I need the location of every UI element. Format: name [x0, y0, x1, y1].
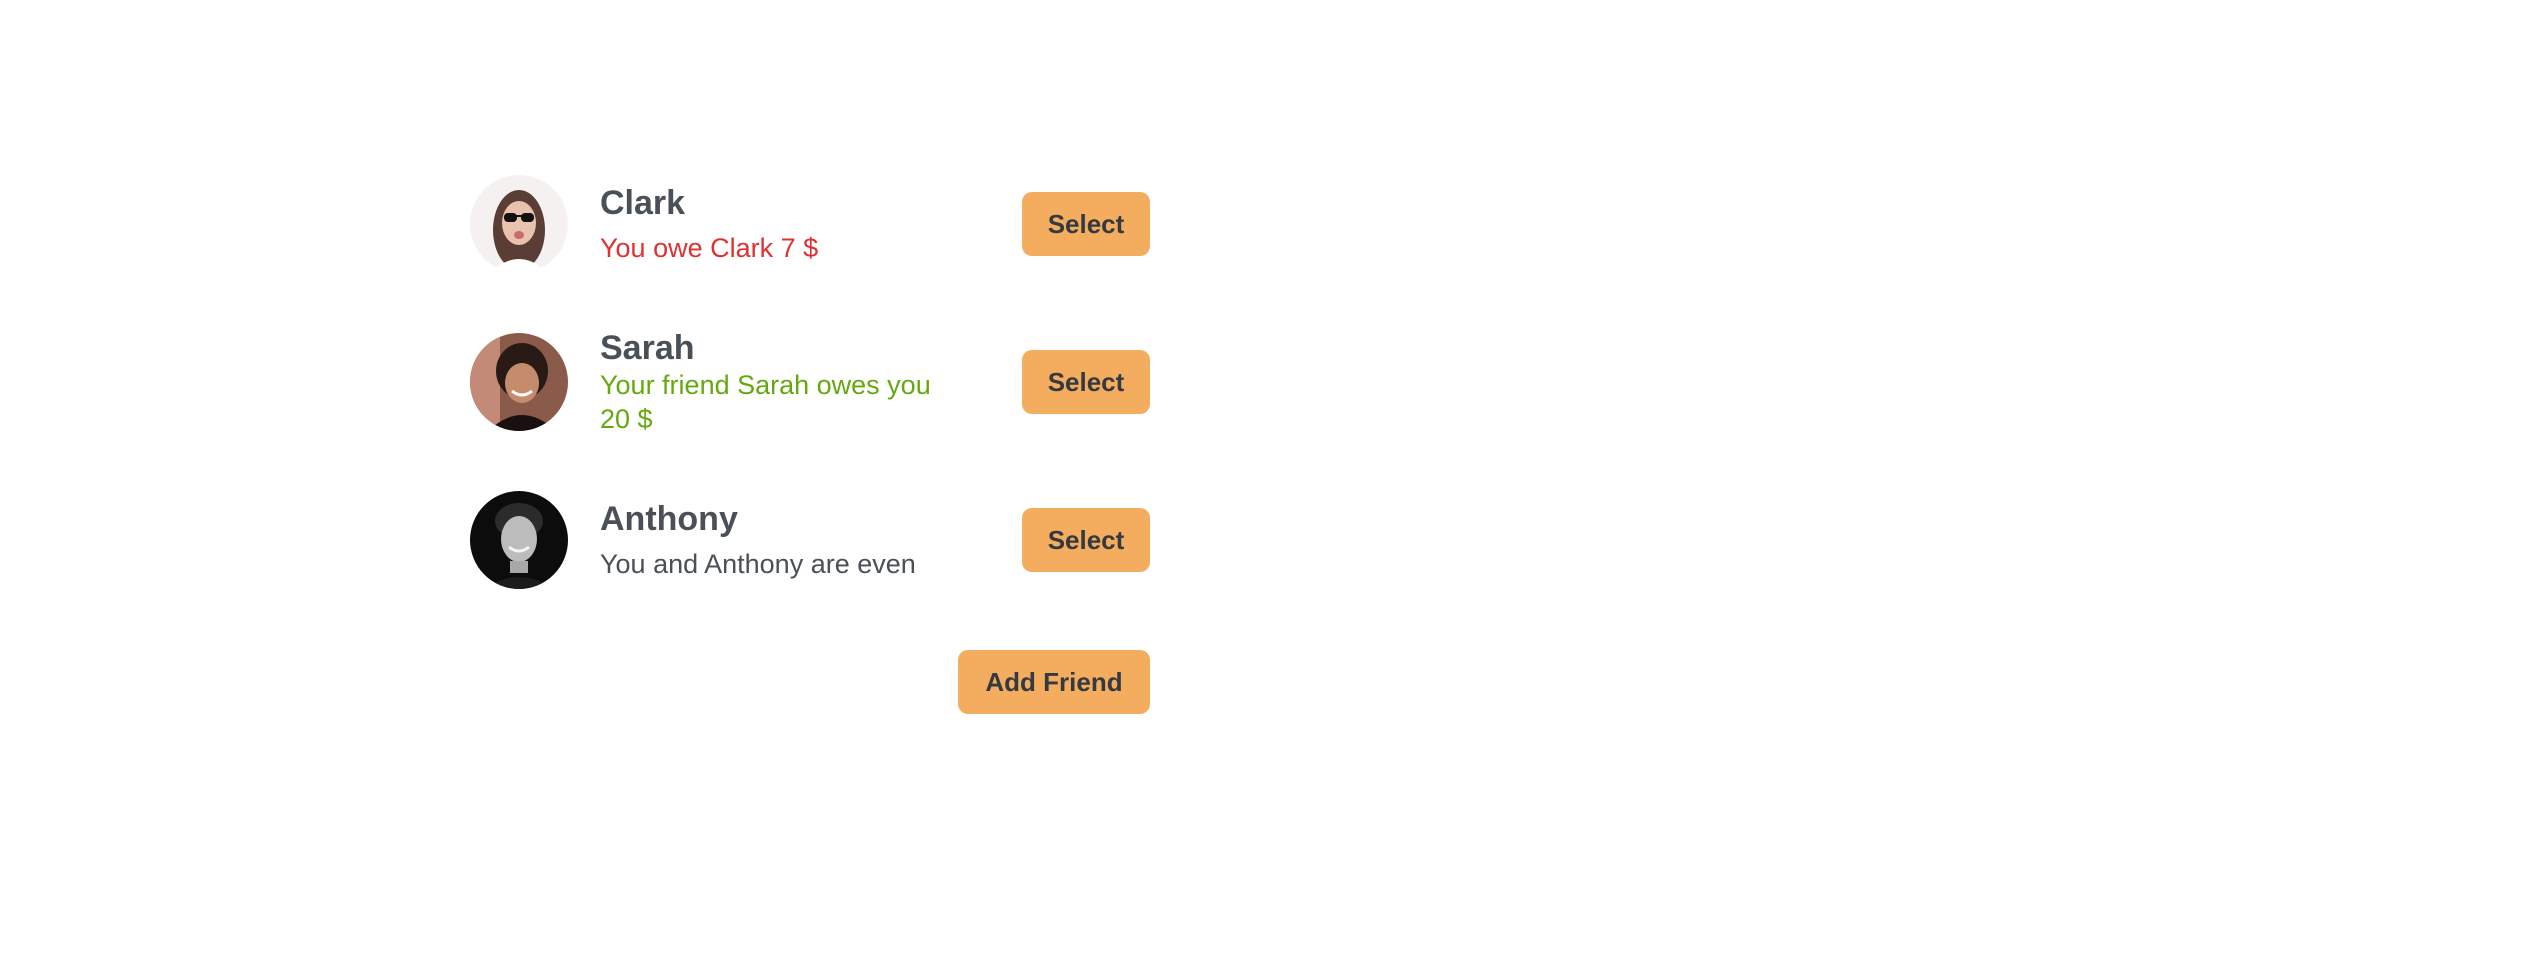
app-root: Clark You owe Clark 7 $ Select Sarah You… [0, 0, 2548, 976]
friend-name: Anthony [600, 500, 738, 538]
friend-balance: You owe Clark 7 $ [600, 233, 819, 263]
friend-name: Clark [600, 184, 686, 222]
add-friend-button[interactable]: Add Friend [958, 650, 1150, 714]
avatar-anthony [470, 491, 568, 589]
avatar-sarah [470, 333, 568, 431]
select-button-sarah[interactable]: Select [1022, 350, 1150, 414]
add-friend-row: Add Friend [470, 650, 1150, 714]
friend-item-clark: Clark You owe Clark 7 $ Select [470, 160, 1150, 288]
person-sunglasses-avatar-icon [470, 175, 568, 273]
person-smiling-avatar-icon [470, 333, 568, 431]
avatar-clark [470, 175, 568, 273]
friend-balance: Your friend Sarah owes you 20 $ [600, 370, 931, 434]
friend-info: Sarah Your friend Sarah owes you 20 $ [600, 328, 950, 436]
friends-list: Clark You owe Clark 7 $ Select Sarah You… [470, 160, 1150, 634]
friend-info: Clark You owe Clark 7 $ [600, 183, 950, 265]
friend-name: Sarah [600, 329, 695, 367]
select-button-clark[interactable]: Select [1022, 192, 1150, 256]
friend-info: Anthony You and Anthony are even [600, 499, 950, 581]
friend-balance: You and Anthony are even [600, 549, 916, 579]
friend-item-anthony: Anthony You and Anthony are even Select [470, 476, 1150, 604]
select-button-anthony[interactable]: Select [1022, 508, 1150, 572]
person-grayscale-avatar-icon [470, 491, 568, 589]
friend-item-sarah: Sarah Your friend Sarah owes you 20 $ Se… [470, 318, 1150, 446]
